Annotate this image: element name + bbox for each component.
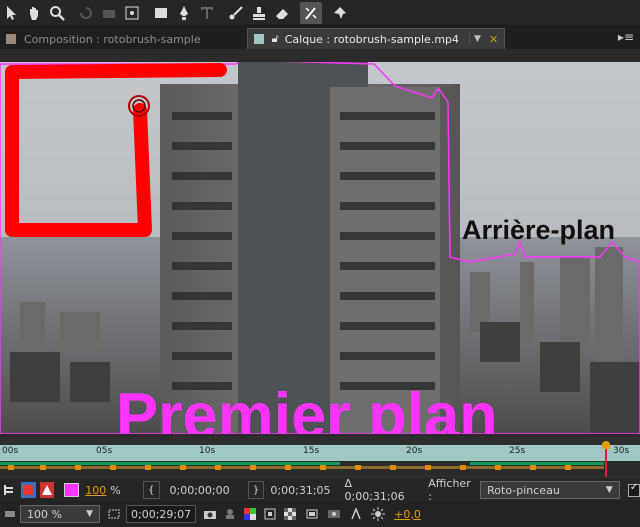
tick-label: 00s (2, 446, 19, 456)
puppet-pin-tool-icon[interactable] (329, 2, 351, 24)
camera-tool-icon[interactable] (98, 2, 120, 24)
zoom-tool-icon[interactable] (46, 2, 68, 24)
current-time-value: 0;00;29;07 (131, 507, 192, 521)
render-checkbox[interactable]: ✓ (627, 481, 640, 497)
overlay-opacity-value[interactable]: 100 (85, 484, 106, 497)
keyframe-marker[interactable] (495, 465, 501, 470)
overlay-color-swatch[interactable] (64, 483, 80, 497)
roto-brush-tool-icon[interactable] (300, 1, 322, 24)
keyframe-marker[interactable] (40, 465, 46, 470)
tab-layer[interactable]: 🔓︎ Calque : rotobrush-sample.mp4 ▼ ✕ (246, 28, 506, 49)
keyframe-marker[interactable] (215, 465, 221, 470)
tick-label: 10s (199, 446, 216, 456)
playhead-line (605, 449, 607, 477)
view-dropdown[interactable]: Roto-pinceau ▼ (480, 481, 620, 499)
transparency-grid-icon[interactable] (282, 506, 298, 522)
tab-composition[interactable]: Composition : rotobrush-sample (0, 29, 207, 49)
channels-icon[interactable] (242, 506, 258, 522)
overlay-opacity-unit: % (110, 483, 121, 497)
keyframe-marker[interactable] (180, 465, 186, 470)
in-point-time: 0;00;00;00 (169, 483, 230, 497)
alpha-overlay-icon[interactable] (20, 482, 36, 498)
keyframe-marker[interactable] (75, 465, 81, 470)
keyframe-marker[interactable] (390, 465, 396, 470)
exposure-icon[interactable] (370, 506, 386, 522)
tick-label: 25s (509, 446, 526, 456)
keyframe-marker[interactable] (565, 465, 571, 470)
keyframe-marker[interactable] (285, 465, 291, 470)
region-icon[interactable] (262, 506, 278, 522)
layer-color-swatch (253, 34, 264, 44)
guide-icon[interactable] (348, 506, 364, 522)
keyframe-marker[interactable] (145, 465, 151, 470)
tab-composition-label: Composition : rotobrush-sample (24, 32, 201, 46)
keyframe-marker[interactable] (8, 465, 14, 470)
duration-time: Δ 0;00;31;06 (344, 477, 405, 503)
current-time-field[interactable]: 0;00;29;07 (126, 505, 197, 523)
keyframe-marker[interactable] (355, 465, 361, 470)
rotate-tool-icon[interactable] (75, 2, 97, 24)
panel-menu-icon[interactable]: ▸≡ (618, 30, 634, 44)
tick-label: 15s (303, 446, 320, 456)
selection-tool-icon[interactable] (0, 2, 22, 24)
composition-color-swatch (6, 34, 16, 44)
playhead[interactable] (602, 441, 610, 477)
alpha-boundary-icon[interactable] (2, 482, 17, 498)
set-out-point-button[interactable]: } (247, 481, 265, 499)
always-preview-icon[interactable] (2, 506, 18, 522)
check-icon: ✓ (629, 481, 639, 493)
brush-tool-icon[interactable] (225, 2, 247, 24)
keyframe-marker[interactable] (320, 465, 326, 470)
magnification-value: 100 % (27, 507, 62, 521)
background-label: Arrière-plan (462, 215, 616, 245)
magnification-dropdown[interactable]: 100 % ▼ (20, 505, 100, 523)
video-frame (0, 62, 640, 434)
close-tab-icon[interactable]: ✕ (489, 33, 498, 46)
set-in-point-button[interactable]: { (142, 481, 160, 499)
propagated-span (470, 462, 604, 465)
tick-label: 30s (613, 446, 630, 456)
time-ruler[interactable]: 00s 05s 10s 15s 20s 25s 30s (0, 445, 640, 461)
keyframe-marker[interactable] (110, 465, 116, 470)
foreground-label: Premier plan (116, 381, 498, 434)
region-of-interest-icon[interactable] (106, 506, 122, 522)
hand-tool-icon[interactable] (23, 2, 45, 24)
show-snapshot-icon[interactable] (222, 506, 238, 522)
keyframe-marker[interactable] (460, 465, 466, 470)
type-tool-icon[interactable] (196, 2, 218, 24)
timeline[interactable]: 00s 05s 10s 15s 20s 25s 30s (0, 437, 640, 477)
lock-icon[interactable]: 🔓︎ (272, 32, 279, 46)
layer-viewer[interactable]: Arrière-plan Premier plan (0, 62, 640, 434)
out-point-time: 0;00;31;05 (270, 483, 331, 497)
roto-span-track[interactable] (0, 461, 640, 475)
viewer-controls-row: 100 % ▼ 0;00;29;07 +0,0 (0, 501, 640, 527)
overlay-mode-icon[interactable] (39, 482, 55, 498)
layer-controls-row: 100 % { 0;00;00;00 } 0;00;31;05 Δ 0;00;3… (0, 477, 640, 503)
show-label: Afficher : (428, 477, 471, 503)
keyframe-marker[interactable] (425, 465, 431, 470)
layer-menu-dropdown-icon[interactable]: ▼ (469, 34, 481, 44)
pen-tool-icon[interactable] (173, 2, 195, 24)
3d-view-icon[interactable] (326, 506, 342, 522)
chevron-down-icon: ▼ (86, 509, 93, 519)
eraser-tool-icon[interactable] (271, 2, 293, 24)
panel-tab-bar: Composition : rotobrush-sample 🔓︎ Calque… (0, 26, 640, 49)
clone-stamp-tool-icon[interactable] (248, 2, 270, 24)
exposure-value[interactable]: +0,0 (394, 508, 421, 521)
tick-label: 05s (96, 446, 113, 456)
view-options-icon[interactable] (304, 506, 320, 522)
pan-behind-tool-icon[interactable] (121, 2, 143, 24)
rectangle-tool-icon[interactable] (150, 2, 172, 24)
tick-label: 20s (406, 446, 423, 456)
tools-panel (0, 0, 640, 26)
span-bar (0, 466, 604, 469)
tab-layer-label: Calque : rotobrush-sample.mp4 (284, 32, 460, 46)
chevron-down-icon: ▼ (605, 485, 613, 495)
keyframe-marker[interactable] (250, 465, 256, 470)
snapshot-camera-icon[interactable] (202, 506, 218, 522)
playhead-handle[interactable] (602, 441, 610, 449)
keyframe-marker[interactable] (530, 465, 536, 470)
view-dropdown-value: Roto-pinceau (487, 483, 560, 497)
